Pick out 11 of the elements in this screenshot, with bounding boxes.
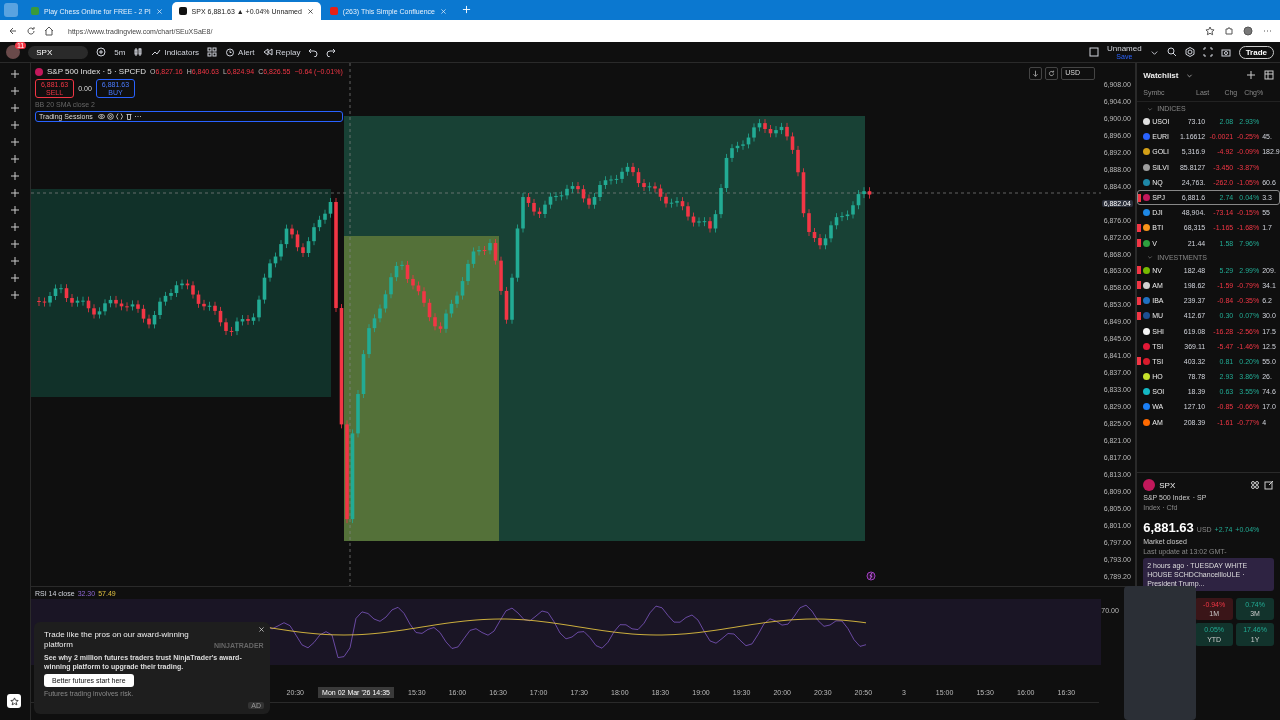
chart-title: S&P 500 Index · 5 · SPCFD — [46, 67, 146, 76]
symbol-name: SPX — [1159, 480, 1177, 490]
watchlist-title[interactable]: Watchlist — [1143, 70, 1179, 80]
interval-button[interactable]: 5m — [114, 47, 126, 57]
trade-button[interactable]: Trade — [1238, 45, 1274, 59]
ad-title: Trade like the pros on our award-winning platform — [44, 630, 190, 651]
replay-button[interactable]: Replay — [262, 47, 301, 57]
symbol-search[interactable]: SPX — [28, 45, 89, 59]
indicators-button[interactable]: Indicators — [151, 47, 200, 57]
last-price: 6,881.63 — [1143, 520, 1194, 535]
alert-button[interactable]: Alert — [225, 47, 255, 57]
